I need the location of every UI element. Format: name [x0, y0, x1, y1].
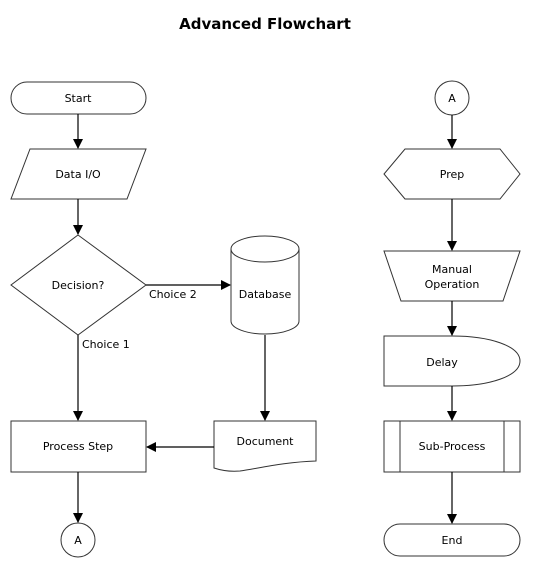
connector-a-in-label: A: [448, 92, 456, 105]
flowchart-canvas: Advanced Flowchart Start Data I/O Decisi…: [10, 15, 521, 558]
decision-label: Decision?: [52, 279, 105, 292]
edge-label-choice-1: Choice 1: [82, 338, 130, 351]
connector-a-out-label: A: [74, 534, 82, 547]
manual-operation-label-line1: Manual: [432, 263, 472, 276]
edge-label-choice-2: Choice 2: [149, 288, 197, 301]
database-node[interactable]: Database: [230, 235, 300, 335]
sub-process-node[interactable]: Sub-Process: [383, 420, 521, 473]
document-label: Document: [237, 435, 295, 448]
connector-a-in[interactable]: A: [434, 80, 470, 116]
prep-node[interactable]: Prep: [383, 148, 521, 200]
database-label: Database: [239, 288, 292, 301]
start-node[interactable]: Start: [10, 81, 147, 115]
sub-process-label: Sub-Process: [419, 440, 486, 453]
end-node[interactable]: End: [383, 523, 521, 557]
data-io-node[interactable]: Data I/O: [10, 148, 147, 200]
end-label: End: [442, 534, 463, 547]
data-io-label: Data I/O: [55, 168, 101, 181]
start-label: Start: [65, 92, 93, 105]
delay-label: Delay: [426, 356, 458, 369]
process-step-node[interactable]: Process Step: [10, 420, 147, 473]
prep-label: Prep: [440, 168, 464, 181]
process-step-label: Process Step: [43, 440, 113, 453]
document-node[interactable]: Document: [213, 420, 317, 472]
decision-node[interactable]: Decision?: [10, 234, 147, 336]
manual-operation-node[interactable]: Manual Operation: [383, 250, 521, 302]
connector-a-out[interactable]: A: [60, 522, 96, 558]
delay-node[interactable]: Delay: [383, 335, 521, 387]
page-title: Advanced Flowchart: [179, 15, 351, 33]
manual-operation-label-line2: Operation: [425, 278, 480, 291]
trapezoid-shape: [383, 250, 521, 302]
